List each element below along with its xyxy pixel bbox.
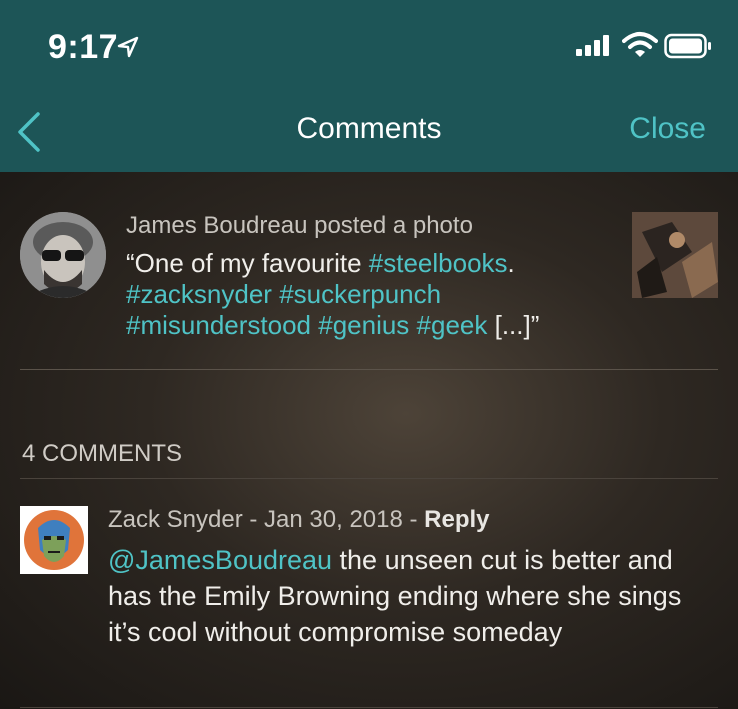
location-arrow-icon bbox=[117, 36, 139, 58]
divider bbox=[20, 478, 718, 479]
wifi-icon bbox=[622, 32, 658, 57]
post-caption: “One of my favourite #steelbooks. #zacks… bbox=[126, 248, 606, 341]
divider bbox=[20, 369, 718, 370]
avatar-photo bbox=[20, 212, 106, 298]
page-title: Comments bbox=[296, 112, 442, 145]
divider bbox=[20, 707, 718, 708]
hashtag-link[interactable]: #suckerpunch bbox=[279, 279, 441, 309]
hashtag-link[interactable]: #genius bbox=[318, 310, 409, 340]
post-summary[interactable]: James Boudreau posted a photo “One of my… bbox=[0, 172, 738, 370]
hashtag-link[interactable]: #zacksnyder bbox=[126, 279, 272, 309]
post-meta: James Boudreau posted a photo bbox=[126, 212, 473, 239]
comment-item: Zack Snyder - Jan 30, 2018 - Reply @Jame… bbox=[0, 492, 738, 702]
comment-meta: Zack Snyder - Jan 30, 2018 - Reply bbox=[108, 506, 490, 534]
close-button[interactable]: Close bbox=[629, 112, 706, 146]
thumbnail-image bbox=[632, 212, 718, 298]
comments-content: James Boudreau posted a photo “One of my… bbox=[0, 172, 738, 709]
avatar[interactable] bbox=[20, 212, 106, 298]
battery-icon bbox=[664, 33, 711, 59]
caption-text: “One of my favourite bbox=[126, 248, 369, 278]
caption-text: . bbox=[507, 248, 515, 278]
top-bar: 9:17 Comments Close bbox=[0, 0, 738, 172]
commenter-avatar[interactable] bbox=[20, 506, 88, 574]
caption-text: [...]” bbox=[487, 310, 540, 340]
comment-text: @JamesBoudreau the unseen cut is better … bbox=[108, 542, 708, 650]
cellular-signal-icon bbox=[576, 35, 609, 56]
hashtag-link[interactable]: #misunderstood bbox=[126, 310, 311, 340]
nav-bar: Comments Close bbox=[0, 90, 738, 172]
comment-author-date: Zack Snyder - Jan 30, 2018 - bbox=[108, 506, 425, 533]
status-bar: 9:17 bbox=[0, 0, 738, 90]
hashtag-link[interactable]: #geek bbox=[417, 310, 488, 340]
avatar-photo bbox=[20, 506, 88, 574]
reply-button[interactable]: Reply bbox=[424, 506, 489, 533]
comments-count: 4 COMMENTS bbox=[22, 440, 183, 467]
post-thumbnail[interactable] bbox=[632, 212, 718, 298]
hashtag-link[interactable]: #steelbooks bbox=[369, 248, 508, 278]
status-time: 9:17 bbox=[48, 28, 119, 66]
mention-link[interactable]: @JamesBoudreau bbox=[108, 545, 332, 575]
